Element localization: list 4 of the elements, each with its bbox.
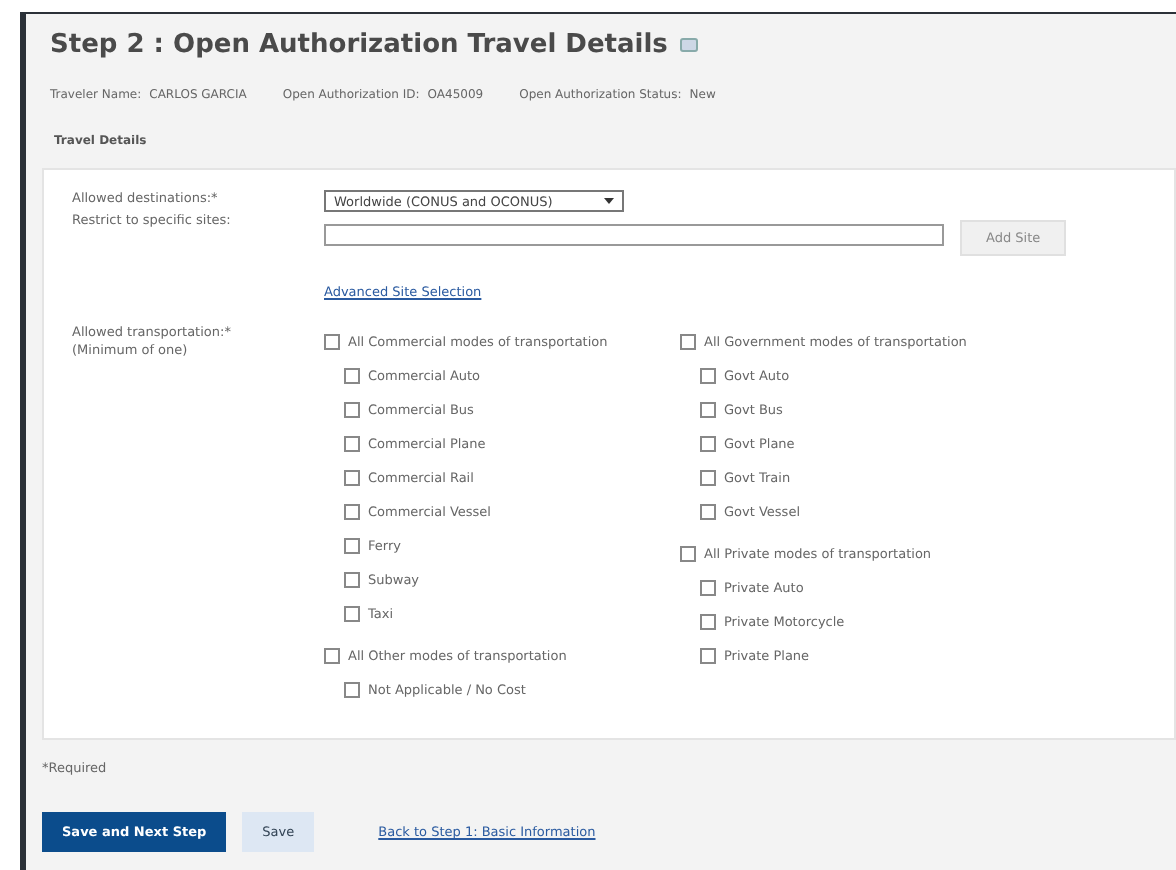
page-title: Step 2 : Open Authorization Travel Details — [50, 30, 668, 60]
info-icon[interactable] — [679, 38, 698, 52]
site-input-field[interactable] — [324, 224, 944, 246]
caret-icon — [604, 198, 614, 204]
